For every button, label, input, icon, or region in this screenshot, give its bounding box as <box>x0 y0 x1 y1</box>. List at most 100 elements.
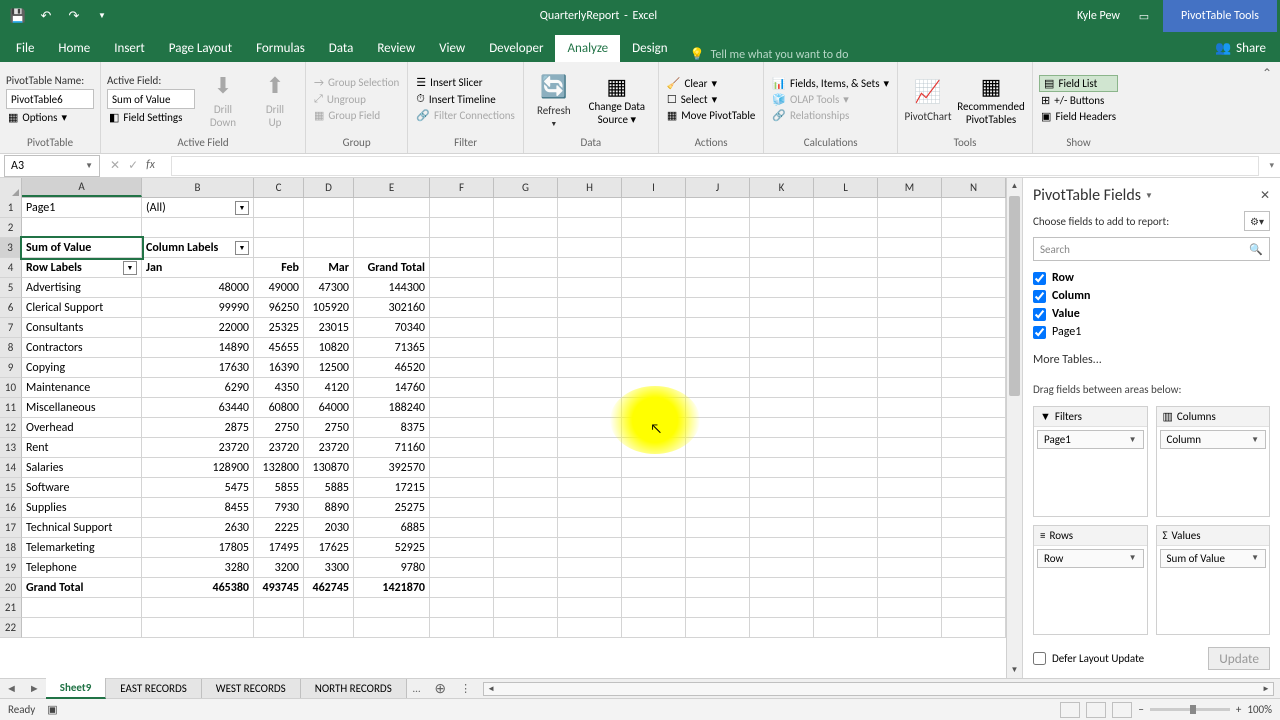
tab-view[interactable]: View <box>427 35 477 62</box>
cell[interactable] <box>686 278 750 298</box>
columns-area[interactable]: ▥Columns Column▼ <box>1156 406 1271 517</box>
cell[interactable] <box>814 218 878 238</box>
col-header-K[interactable]: K <box>750 178 814 197</box>
cell[interactable] <box>142 218 254 238</box>
cell[interactable]: 63440 <box>142 398 254 418</box>
cell[interactable]: 4350 <box>254 378 304 398</box>
field-item[interactable]: Column <box>1033 289 1270 303</box>
cell[interactable] <box>622 478 686 498</box>
cell[interactable] <box>814 258 878 278</box>
cell[interactable] <box>686 458 750 478</box>
cell[interactable] <box>750 298 814 318</box>
cell[interactable] <box>304 238 354 258</box>
cell[interactable]: 2875 <box>142 418 254 438</box>
cell[interactable] <box>686 478 750 498</box>
tab-formulas[interactable]: Formulas <box>244 35 317 62</box>
scroll-down-icon[interactable]: ▼ <box>1007 662 1022 678</box>
tab-analyze[interactable]: Analyze <box>555 35 620 62</box>
cell[interactable] <box>942 358 1006 378</box>
cell[interactable]: Sum of Value <box>22 238 142 258</box>
cell[interactable] <box>622 538 686 558</box>
cell[interactable]: 144300 <box>354 278 430 298</box>
sheet-tab-north[interactable]: NORTH RECORDS <box>301 679 407 698</box>
gear-icon[interactable]: ⚙▾ <box>1244 211 1270 231</box>
cell[interactable] <box>686 198 750 218</box>
cell[interactable] <box>686 298 750 318</box>
cell[interactable] <box>942 238 1006 258</box>
cell[interactable]: Supplies <box>22 498 142 518</box>
cell[interactable]: 71160 <box>354 438 430 458</box>
cell[interactable] <box>494 518 558 538</box>
tab-home[interactable]: Home <box>46 35 102 62</box>
cell[interactable]: Telemarketing <box>22 538 142 558</box>
cell[interactable] <box>430 238 494 258</box>
tab-insert[interactable]: Insert <box>102 35 157 62</box>
rows-area[interactable]: ≡Rows Row▼ <box>1033 525 1148 636</box>
cell[interactable]: Column Labels▼ <box>142 238 254 258</box>
col-header-N[interactable]: N <box>942 178 1006 197</box>
cell[interactable] <box>430 398 494 418</box>
cell[interactable] <box>494 458 558 478</box>
cell[interactable]: Software <box>22 478 142 498</box>
zoom-slider[interactable] <box>1150 708 1230 711</box>
cell[interactable] <box>494 598 558 618</box>
cell[interactable] <box>750 318 814 338</box>
cell[interactable] <box>622 558 686 578</box>
cell[interactable] <box>750 478 814 498</box>
col-header-H[interactable]: H <box>558 178 622 197</box>
vertical-scrollbar[interactable]: ▲ ▼ <box>1006 178 1022 678</box>
cell[interactable] <box>814 278 878 298</box>
cell[interactable] <box>430 298 494 318</box>
cell[interactable] <box>686 578 750 598</box>
cell[interactable] <box>878 398 942 418</box>
col-header-A[interactable]: A <box>22 178 142 197</box>
cell[interactable] <box>814 358 878 378</box>
cell[interactable]: 4120 <box>304 378 354 398</box>
cell[interactable] <box>304 198 354 218</box>
row-header[interactable]: 17 <box>0 518 22 538</box>
cell[interactable] <box>814 618 878 638</box>
row-header[interactable]: 21 <box>0 598 22 618</box>
cell[interactable]: 130870 <box>304 458 354 478</box>
cell[interactable] <box>942 218 1006 238</box>
row-header[interactable]: 7 <box>0 318 22 338</box>
cell[interactable]: Telephone <box>22 558 142 578</box>
col-header-B[interactable]: B <box>142 178 254 197</box>
col-header-I[interactable]: I <box>622 178 686 197</box>
sheet-tab-active[interactable]: Sheet9 <box>46 678 107 699</box>
row-header[interactable]: 20 <box>0 578 22 598</box>
cell[interactable]: 14760 <box>354 378 430 398</box>
cell[interactable] <box>942 418 1006 438</box>
cell[interactable] <box>558 318 622 338</box>
field-item[interactable]: Row <box>1033 271 1270 285</box>
insert-timeline-button[interactable]: ⏱ Insert Timeline <box>414 91 517 107</box>
row-header[interactable]: 19 <box>0 558 22 578</box>
clear-button[interactable]: 🧹 Clear ▾ <box>665 76 758 91</box>
cell[interactable] <box>942 438 1006 458</box>
cell[interactable] <box>558 558 622 578</box>
cell[interactable]: 64000 <box>304 398 354 418</box>
cell[interactable]: 462745 <box>304 578 354 598</box>
cell[interactable]: Mar <box>304 258 354 278</box>
cell[interactable] <box>942 538 1006 558</box>
cell[interactable] <box>878 518 942 538</box>
zoom-in-icon[interactable]: + <box>1236 703 1241 716</box>
chevron-down-icon[interactable]: ▼ <box>85 161 93 171</box>
save-icon[interactable]: 💾 <box>10 8 26 24</box>
cell[interactable] <box>878 478 942 498</box>
cell[interactable] <box>622 238 686 258</box>
more-tables-link[interactable]: More Tables... <box>1033 349 1270 371</box>
cell[interactable]: 2630 <box>142 518 254 538</box>
cell[interactable] <box>558 498 622 518</box>
cell[interactable] <box>494 238 558 258</box>
cell[interactable]: 23015 <box>304 318 354 338</box>
cell[interactable]: 12500 <box>304 358 354 378</box>
cell[interactable] <box>558 298 622 318</box>
cell[interactable] <box>686 398 750 418</box>
cell[interactable]: 5475 <box>142 478 254 498</box>
cell[interactable] <box>942 378 1006 398</box>
cell[interactable] <box>814 478 878 498</box>
cell[interactable]: Consultants <box>22 318 142 338</box>
col-header-F[interactable]: F <box>430 178 494 197</box>
cell[interactable] <box>878 238 942 258</box>
